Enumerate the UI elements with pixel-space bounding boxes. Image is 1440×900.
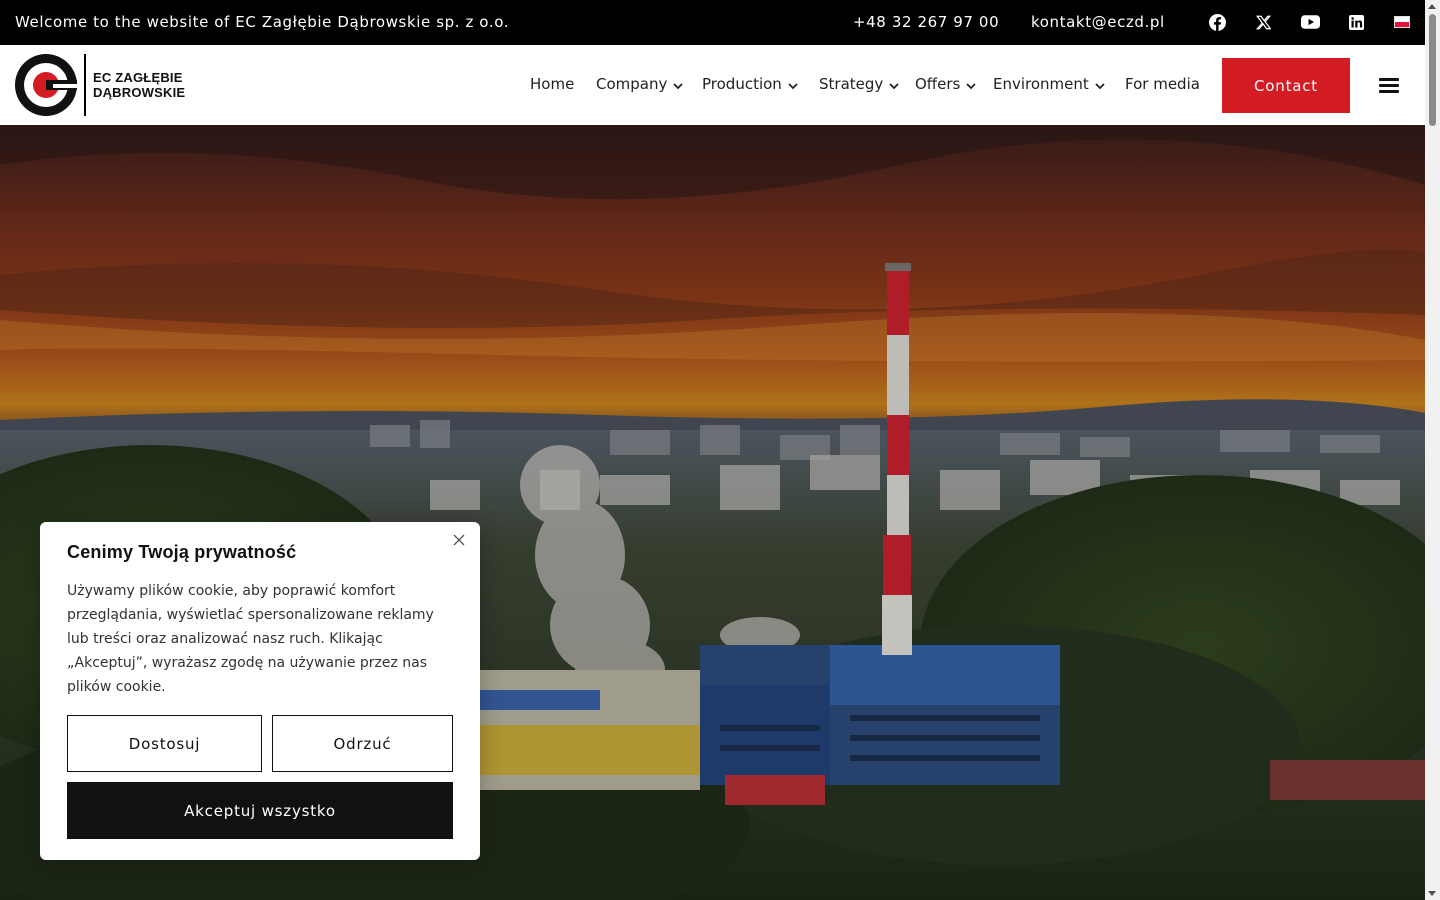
nav-for-media[interactable]: For media: [1125, 75, 1200, 93]
chevron-down-icon: [1095, 82, 1105, 89]
reject-button[interactable]: Odrzuć: [272, 715, 453, 772]
site-logo[interactable]: EC ZAGŁĘBIE DĄBROWSKIE: [15, 54, 185, 116]
linkedin-icon[interactable]: [1346, 12, 1366, 32]
customize-button[interactable]: Dostosuj: [67, 715, 262, 772]
logo-line2: DĄBROWSKIE: [93, 85, 186, 100]
welcome-text: Welcome to the website of EC Zagłębie Dą…: [15, 13, 510, 31]
youtube-icon[interactable]: [1300, 12, 1320, 32]
chevron-down-icon: [788, 82, 798, 89]
cookie-consent-dialog: Cenimy Twoją prywatność Używamy plików c…: [40, 522, 480, 860]
logo-mark-icon: [15, 54, 77, 116]
nav-environment[interactable]: Environment: [993, 75, 1105, 93]
site-header: EC ZAGŁĘBIE DĄBROWSKIE Home Company Prod…: [0, 45, 1425, 125]
scroll-down-icon[interactable]: [1428, 891, 1436, 896]
nav-production[interactable]: Production: [702, 75, 798, 93]
logo-line1: EC ZAGŁĘBIE: [93, 70, 183, 85]
logo-text: EC ZAGŁĘBIE DĄBROWSKIE: [93, 70, 185, 100]
close-icon[interactable]: [451, 532, 467, 548]
chevron-down-icon: [889, 82, 899, 89]
email-link[interactable]: kontakt@eczd.pl: [1031, 13, 1165, 31]
cookie-title: Cenimy Twoją prywatność: [67, 542, 297, 562]
contact-button[interactable]: Contact: [1222, 58, 1350, 113]
cookie-description: Używamy plików cookie, aby poprawić komf…: [67, 583, 434, 695]
scrollbar-thumb[interactable]: [1429, 14, 1436, 126]
nav-strategy[interactable]: Strategy: [819, 75, 899, 93]
chevron-down-icon: [673, 82, 684, 89]
page-scrollbar[interactable]: [1425, 0, 1440, 900]
accept-all-button[interactable]: Akceptuj wszystko: [67, 782, 453, 839]
hamburger-menu-icon[interactable]: [1379, 78, 1399, 94]
chevron-down-icon: [966, 82, 976, 89]
scroll-up-icon[interactable]: [1428, 4, 1436, 9]
x-icon[interactable]: [1253, 12, 1273, 32]
top-bar: Welcome to the website of EC Zagłębie Dą…: [0, 0, 1425, 45]
nav-offers[interactable]: Offers: [915, 75, 976, 93]
nav-company[interactable]: Company: [596, 75, 684, 93]
logo-divider: [84, 54, 86, 116]
nav-home[interactable]: Home: [530, 75, 574, 93]
polish-flag-icon[interactable]: [1394, 16, 1410, 28]
phone-link[interactable]: +48 32 267 97 00: [853, 13, 999, 31]
facebook-icon[interactable]: [1207, 12, 1227, 32]
